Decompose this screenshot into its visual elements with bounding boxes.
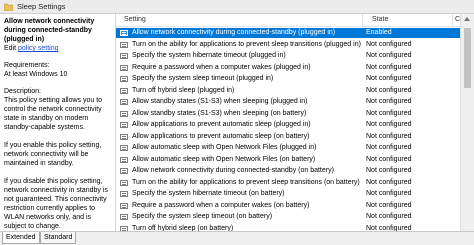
setting-state: Not configured bbox=[366, 63, 412, 71]
policy-setting-icon bbox=[120, 122, 128, 128]
description-paragraph-2: If you enable this policy setting, netwo… bbox=[4, 142, 102, 167]
table-row[interactable]: Allow applications to prevent automatic … bbox=[116, 120, 460, 130]
edit-prefix: Edit bbox=[4, 45, 19, 52]
setting-state: Not configured bbox=[366, 86, 412, 94]
table-row[interactable]: Specify the system sleep timeout (on bat… bbox=[116, 212, 460, 222]
policy-setting-icon bbox=[120, 110, 128, 117]
requirements-value: At least Windows 10 bbox=[4, 71, 68, 78]
description-label: Description: bbox=[4, 88, 41, 95]
setting-name: Allow automatic sleep with Open Network … bbox=[132, 155, 316, 163]
setting-name: Turn off hybrid sleep (on battery) bbox=[132, 224, 234, 232]
setting-name: Specify the system sleep timeout (plugge… bbox=[132, 75, 274, 82]
table-row[interactable]: Turn on the ability for applications to … bbox=[116, 40, 460, 50]
setting-state: Not configured bbox=[366, 75, 412, 82]
table-row[interactable]: Specify the system hibernate timeout (pl… bbox=[116, 51, 460, 61]
table-row[interactable]: Allow standby states (S1-S3) when sleepi… bbox=[116, 97, 460, 107]
requirements-label: Requirements: bbox=[4, 62, 50, 69]
table-row[interactable]: Specify the system hibernate timeout (on… bbox=[116, 189, 460, 199]
setting-state: Not configured bbox=[366, 144, 412, 151]
policy-setting-icon bbox=[120, 202, 128, 209]
table-row[interactable]: Require a password when a computer wakes… bbox=[116, 63, 460, 73]
description-paragraph-3: If you disable this policy setting, netw… bbox=[4, 178, 108, 230]
setting-name: Require a password when a computer wakes… bbox=[132, 201, 310, 209]
setting-state: Not configured bbox=[366, 167, 412, 174]
setting-state: Not configured bbox=[366, 52, 412, 59]
settings-list: Allow network connectivity during connec… bbox=[116, 27, 460, 231]
policy-setting-icon bbox=[120, 133, 128, 140]
setting-state: Enabled bbox=[366, 29, 392, 36]
edit-line: Edit policy setting bbox=[4, 44, 58, 53]
table-row[interactable]: Allow standby states (S1-S3) when sleepi… bbox=[116, 109, 460, 119]
setting-name: Specify the system sleep timeout (on bat… bbox=[132, 213, 273, 220]
policy-setting-icon bbox=[120, 41, 128, 48]
setting-name: Allow automatic sleep with Open Network … bbox=[132, 144, 317, 151]
setting-name: Allow network connectivity during connec… bbox=[132, 167, 334, 174]
setting-state: Not configured bbox=[366, 121, 412, 128]
policy-setting-icon bbox=[120, 76, 128, 82]
column-divider[interactable] bbox=[362, 14, 363, 26]
description-paragraph-1: This policy setting allows you to contro… bbox=[4, 97, 103, 131]
table-row[interactable]: Turn on the ability for applications to … bbox=[116, 178, 460, 188]
table-row[interactable]: Require a password when a computer wakes… bbox=[116, 201, 460, 211]
policy-setting-icon bbox=[120, 64, 128, 71]
setting-state: Not configured bbox=[366, 213, 412, 220]
setting-name: Allow applications to prevent automatic … bbox=[132, 121, 311, 128]
setting-name: Turn on the ability for applications to … bbox=[132, 40, 361, 48]
tab-extended[interactable]: Extended bbox=[2, 232, 40, 244]
setting-name: Allow applications to prevent automatic … bbox=[132, 132, 310, 140]
window-title: Sleep Settings bbox=[17, 2, 66, 11]
scroll-thumb[interactable] bbox=[464, 28, 471, 88]
setting-column-header[interactable]: Setting bbox=[124, 16, 146, 23]
setting-name: Specify the system hibernate timeout (pl… bbox=[132, 52, 286, 59]
policy-setting-icon bbox=[120, 87, 128, 94]
setting-name: Specify the system hibernate timeout (on… bbox=[132, 190, 285, 197]
folder-icon bbox=[4, 3, 13, 11]
policy-setting-icon bbox=[120, 145, 128, 151]
setting-state: Not configured bbox=[366, 109, 412, 117]
table-row[interactable]: Specify the system sleep timeout (plugge… bbox=[116, 74, 460, 84]
tab-bar: Extended Standard bbox=[0, 231, 474, 245]
setting-state: Not configured bbox=[366, 98, 412, 105]
policy-setting-icon bbox=[120, 168, 128, 174]
policy-setting-icon bbox=[120, 156, 128, 163]
setting-name: Turn on the ability for applications to … bbox=[132, 178, 360, 186]
policy-setting-icon bbox=[120, 53, 128, 59]
setting-state: Not configured bbox=[366, 190, 412, 197]
policy-setting-icon bbox=[120, 191, 128, 197]
policy-setting-icon bbox=[120, 30, 128, 36]
table-row[interactable]: Turn off hybrid sleep (plugged in) Not co… bbox=[116, 86, 460, 96]
column-divider[interactable] bbox=[452, 14, 453, 26]
tab-standard[interactable]: Standard bbox=[40, 232, 77, 244]
setting-name: Allow network connectivity during connec… bbox=[132, 29, 336, 36]
table-row[interactable]: Allow applications to prevent automatic … bbox=[116, 132, 460, 142]
setting-state: Not configured bbox=[366, 178, 412, 186]
table-row[interactable]: Allow automatic sleep with Open Network … bbox=[116, 155, 460, 165]
setting-state: Not configured bbox=[366, 40, 412, 48]
setting-name: Allow standby states (S1-S3) when sleepi… bbox=[132, 98, 308, 105]
setting-state: Not configured bbox=[366, 201, 412, 209]
state-column-header[interactable]: State bbox=[372, 16, 388, 23]
setting-state: Not configured bbox=[366, 224, 412, 232]
table-row[interactable]: Allow network connectivity during connec… bbox=[116, 166, 460, 176]
scroll-up-arrow-icon[interactable] bbox=[464, 17, 470, 21]
setting-state: Not configured bbox=[366, 132, 412, 140]
policy-setting-icon bbox=[120, 214, 128, 220]
setting-name: Turn off hybrid sleep (plugged in) bbox=[132, 86, 235, 94]
table-row[interactable]: Allow network connectivity during connec… bbox=[116, 28, 460, 38]
column-header: Setting State C bbox=[116, 14, 460, 27]
table-row[interactable]: Allow automatic sleep with Open Network … bbox=[116, 143, 460, 153]
title-bar: Sleep Settings bbox=[0, 0, 474, 14]
policy-title: Allow network connectivity during connec… bbox=[4, 18, 95, 43]
policy-setting-icon bbox=[120, 99, 128, 105]
details-pane: Allow network connectivity during connec… bbox=[0, 14, 116, 231]
setting-name: Allow standby states (S1-S3) when sleepi… bbox=[132, 109, 307, 117]
edit-policy-link[interactable]: policy setting bbox=[18, 45, 58, 52]
table-row[interactable]: Turn off hybrid sleep (on battery) Not co… bbox=[116, 224, 460, 232]
vertical-scrollbar[interactable] bbox=[460, 14, 474, 231]
policy-setting-icon bbox=[120, 179, 128, 186]
setting-name: Require a password when a computer wakes… bbox=[132, 63, 311, 71]
setting-state: Not configured bbox=[366, 155, 412, 163]
